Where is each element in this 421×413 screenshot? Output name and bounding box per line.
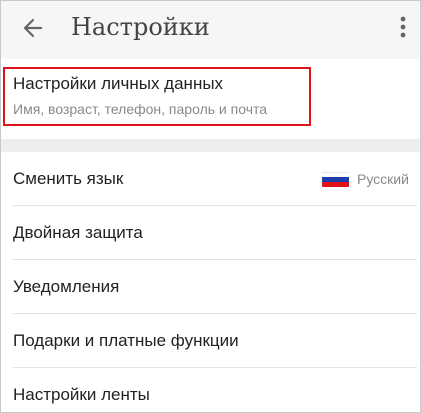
settings-item-feed[interactable]: Настройки ленты (1, 368, 420, 412)
personal-data-settings-item[interactable]: Настройки личных данных Имя, возраст, те… (1, 59, 420, 139)
settings-item-language[interactable]: Сменить язык Русский (1, 152, 420, 206)
settings-item-label: Двойная защита (13, 223, 143, 242)
personal-data-title: Настройки личных данных (13, 74, 224, 93)
page-title: Настройки (71, 13, 210, 41)
language-value: Русский (357, 171, 409, 187)
settings-item-label: Настройки ленты (13, 385, 150, 404)
more-options-button[interactable] (393, 14, 413, 42)
back-button[interactable] (21, 16, 45, 40)
settings-item-label: Подарки и платные функции (13, 331, 239, 350)
russia-flag-icon (322, 172, 349, 187)
arrow-back-icon (23, 18, 43, 38)
top-bar: Настройки (1, 1, 420, 59)
settings-item-notifications[interactable]: Уведомления (1, 260, 420, 314)
settings-screen: Настройки Настройки личных данных Имя, в… (0, 0, 421, 413)
more-vert-icon (400, 16, 406, 38)
settings-item-two-factor[interactable]: Двойная защита (1, 206, 420, 260)
personal-data-subtitle: Имя, возраст, телефон, пароль и почта (13, 101, 268, 117)
settings-item-gifts-paid[interactable]: Подарки и платные функции (1, 314, 420, 368)
settings-item-label: Уведомления (13, 277, 120, 296)
section-divider (1, 139, 420, 152)
settings-item-label: Сменить язык (13, 169, 124, 188)
